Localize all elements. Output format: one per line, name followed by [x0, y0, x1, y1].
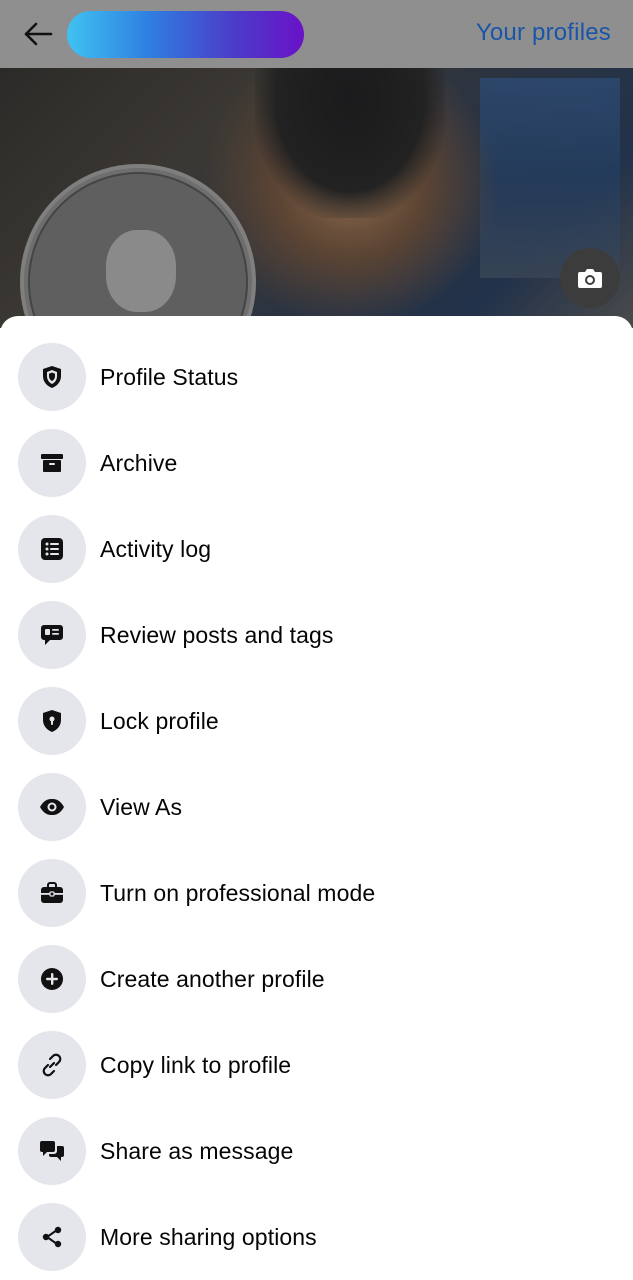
link-icon	[18, 1031, 86, 1099]
menu-item-label: View As	[100, 793, 183, 820]
menu-item-label: Lock profile	[100, 707, 219, 734]
lock-shield-icon	[18, 687, 86, 755]
shield-icon	[18, 343, 86, 411]
archive-box-icon	[18, 429, 86, 497]
eye-icon	[18, 773, 86, 841]
plus-circle-icon	[18, 945, 86, 1013]
menu-item-label: Review posts and tags	[100, 621, 334, 648]
menu-item-copy-link[interactable]: Copy link to profile	[0, 1022, 633, 1108]
menu-item-share-as-message[interactable]: Share as message	[0, 1108, 633, 1194]
top-bar: Your profiles	[0, 0, 633, 68]
chat-bubbles-icon	[18, 1117, 86, 1185]
menu-item-label: Share as message	[100, 1137, 294, 1164]
menu-item-label: Archive	[100, 449, 178, 476]
cover-figure-hair	[255, 68, 445, 218]
profile-name-pill[interactable]	[67, 11, 304, 58]
comment-review-icon	[18, 601, 86, 669]
back-button[interactable]	[18, 14, 58, 54]
menu-item-view-as[interactable]: View As	[0, 764, 633, 850]
menu-item-review-posts-and-tags[interactable]: Review posts and tags	[0, 592, 633, 678]
menu-item-activity-log[interactable]: Activity log	[0, 506, 633, 592]
menu-item-more-sharing-options[interactable]: More sharing options	[0, 1194, 633, 1280]
profile-options-sheet: Profile Status Archive Activity log Revi…	[0, 316, 633, 1280]
avatar-placeholder	[106, 230, 176, 312]
menu-item-label: Turn on professional mode	[100, 879, 376, 906]
camera-icon	[577, 267, 603, 289]
share-icon	[18, 1203, 86, 1271]
cover-window-detail	[480, 78, 620, 278]
menu-item-profile-status[interactable]: Profile Status	[0, 334, 633, 420]
edit-cover-camera-button[interactable]	[560, 248, 620, 308]
menu-item-label: Activity log	[100, 535, 212, 562]
arrow-left-icon	[23, 22, 53, 46]
briefcase-icon	[18, 859, 86, 927]
menu-item-label: Profile Status	[100, 363, 239, 390]
menu-item-label: More sharing options	[100, 1223, 317, 1250]
menu-item-create-another-profile[interactable]: Create another profile	[0, 936, 633, 1022]
list-icon	[18, 515, 86, 583]
menu-item-archive[interactable]: Archive	[0, 420, 633, 506]
menu-item-professional-mode[interactable]: Turn on professional mode	[0, 850, 633, 936]
menu-item-lock-profile[interactable]: Lock profile	[0, 678, 633, 764]
menu-item-label: Create another profile	[100, 965, 325, 992]
menu-item-label: Copy link to profile	[100, 1051, 292, 1078]
your-profiles-link[interactable]: Your profiles	[476, 19, 611, 47]
